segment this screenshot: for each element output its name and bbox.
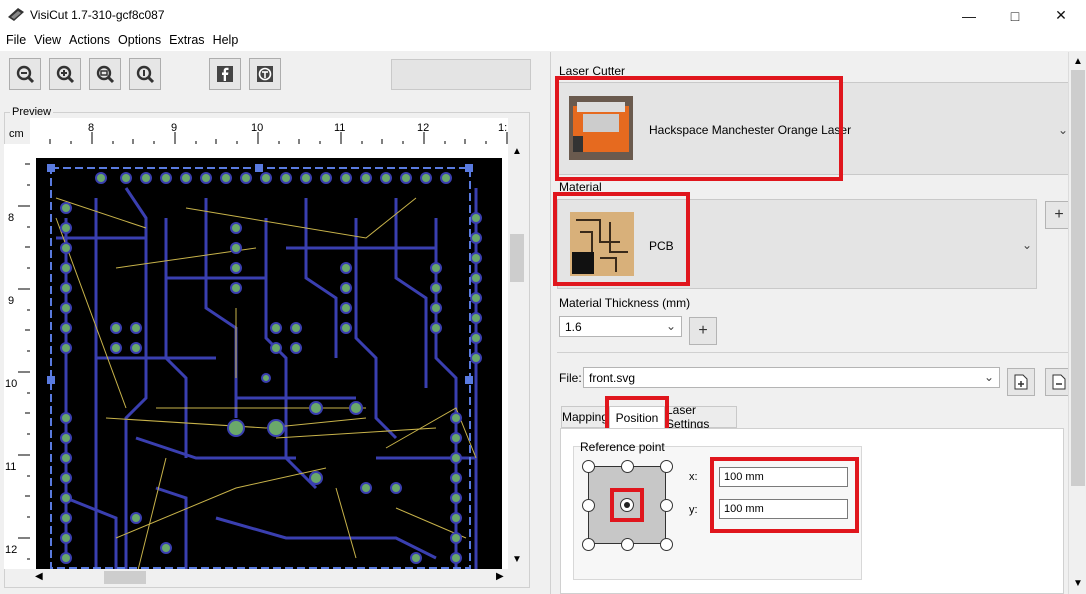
facebook-button[interactable]: [209, 58, 241, 90]
menu-bar: File View Actions Options Extras Help: [0, 31, 1086, 51]
menu-options[interactable]: Options: [114, 31, 165, 51]
settings-vertical-scrollbar[interactable]: ▲ ▼: [1068, 52, 1086, 594]
zoom-fit-icon: [96, 65, 115, 84]
visicut-logo-icon: [8, 8, 24, 22]
plus-icon: +: [698, 322, 708, 339]
ruler-top-label: 12: [417, 122, 430, 134]
reference-handle-bottom-right[interactable]: [660, 538, 673, 551]
ruler-left: 8 9 10 11 12: [4, 144, 30, 569]
preview-horizontal-scrollbar[interactable]: ◀ ▶: [30, 569, 508, 586]
maximize-button[interactable]: □: [992, 0, 1038, 31]
ruler-top: 8 9 10 11 12 1:: [30, 118, 508, 144]
scroll-down-icon[interactable]: ▼: [512, 554, 522, 565]
add-file-icon: [1014, 374, 1028, 390]
highlight-reference-center: [610, 488, 644, 522]
menu-file[interactable]: File: [2, 31, 30, 51]
chevron-down-icon: ⌄: [666, 319, 677, 333]
chevron-down-icon: ⌄: [1022, 238, 1033, 252]
reference-handle-bottom-left[interactable]: [582, 538, 595, 551]
ruler-unit-label: cm: [9, 128, 24, 140]
thickness-value: 1.6: [565, 319, 582, 334]
scroll-left-icon[interactable]: ◀: [35, 571, 43, 582]
file-label: File:: [559, 371, 582, 385]
x-label: x:: [689, 471, 698, 483]
maximize-icon: □: [1010, 7, 1020, 24]
reference-handle-bottom-center[interactable]: [621, 538, 634, 551]
thickness-label: Material Thickness (mm): [559, 296, 691, 310]
chevron-down-icon: ⌄: [984, 370, 995, 384]
title-bar: VisiCut 1.7-310-gcf8c087 — □ ✕: [0, 0, 1086, 31]
ruler-top-label: 9: [171, 122, 178, 134]
tab-mapping[interactable]: Mapping: [561, 406, 609, 428]
menu-help[interactable]: Help: [209, 31, 243, 51]
ruler-top-label: 11: [334, 122, 346, 134]
scroll-up-icon[interactable]: ▲: [512, 146, 522, 157]
zoom-out-icon: [16, 65, 35, 84]
horizontal-scroll-thumb[interactable]: [104, 571, 146, 584]
highlight-material: [553, 192, 690, 286]
facebook-icon: [217, 66, 233, 82]
menu-view[interactable]: View: [30, 31, 65, 51]
reference-point-label: Reference point: [580, 440, 665, 454]
zoom-100-button[interactable]: [129, 58, 161, 90]
menu-extras[interactable]: Extras: [165, 31, 208, 51]
minimize-button[interactable]: —: [946, 0, 992, 31]
ruler-left-label: 11: [5, 461, 17, 473]
reference-handle-middle-left[interactable]: [582, 499, 595, 512]
thingiverse-button[interactable]: [249, 58, 281, 90]
zoom-100-icon: [136, 65, 155, 84]
add-thickness-button[interactable]: +: [689, 317, 717, 345]
remove-file-icon: [1052, 374, 1066, 390]
settings-scroll-thumb[interactable]: [1071, 70, 1085, 486]
reference-handle-middle-right[interactable]: [660, 499, 673, 512]
close-button[interactable]: ✕: [1038, 0, 1084, 31]
add-file-button[interactable]: [1007, 368, 1035, 396]
ruler-left-label: 8: [8, 212, 15, 224]
ruler-left-label: 12: [5, 544, 18, 556]
chevron-down-icon: ⌄: [1058, 123, 1069, 137]
reference-handle-top-center[interactable]: [621, 460, 634, 473]
scroll-right-icon[interactable]: ▶: [496, 571, 504, 582]
menu-actions[interactable]: Actions: [65, 31, 114, 51]
thickness-select[interactable]: 1.6 ⌄: [559, 316, 682, 337]
execute-button-placeholder[interactable]: [391, 59, 531, 90]
ruler-top-label: 8: [88, 122, 95, 134]
zoom-out-button[interactable]: [9, 58, 41, 90]
pcb-artwork[interactable]: [36, 158, 502, 569]
ruler-top-label: 1:: [498, 122, 508, 134]
scroll-up-icon[interactable]: ▲: [1073, 56, 1083, 67]
y-label: y:: [689, 504, 698, 516]
separator: [557, 352, 1068, 353]
tab-laser-settings[interactable]: Laser Settings: [665, 403, 737, 431]
preview-vertical-scrollbar[interactable]: ▲ ▼: [508, 144, 526, 569]
preview-label: Preview: [10, 106, 54, 118]
file-select[interactable]: front.svg ⌄: [583, 367, 1000, 388]
file-value: front.svg: [589, 370, 636, 385]
reference-handle-top-left[interactable]: [582, 460, 595, 473]
scroll-down-icon[interactable]: ▼: [1073, 578, 1083, 589]
ruler-top-label: 10: [251, 122, 264, 134]
highlight-xy-inputs: [710, 457, 859, 533]
preview-canvas[interactable]: [30, 144, 508, 569]
zoom-in-icon: [56, 65, 75, 84]
ruler-left-label: 9: [8, 295, 15, 307]
zoom-fit-button[interactable]: [89, 58, 121, 90]
zoom-in-button[interactable]: [49, 58, 81, 90]
highlight-laser-cutter: [555, 76, 843, 181]
close-icon: ✕: [1055, 7, 1067, 23]
vertical-scroll-thumb[interactable]: [510, 234, 524, 282]
window-title: VisiCut 1.7-310-gcf8c087: [30, 8, 165, 22]
minimize-icon: —: [962, 7, 976, 24]
thingiverse-icon: [257, 66, 273, 82]
reference-handle-top-right[interactable]: [660, 460, 673, 473]
plus-icon: +: [1054, 206, 1064, 223]
ruler-left-label: 10: [5, 378, 18, 390]
